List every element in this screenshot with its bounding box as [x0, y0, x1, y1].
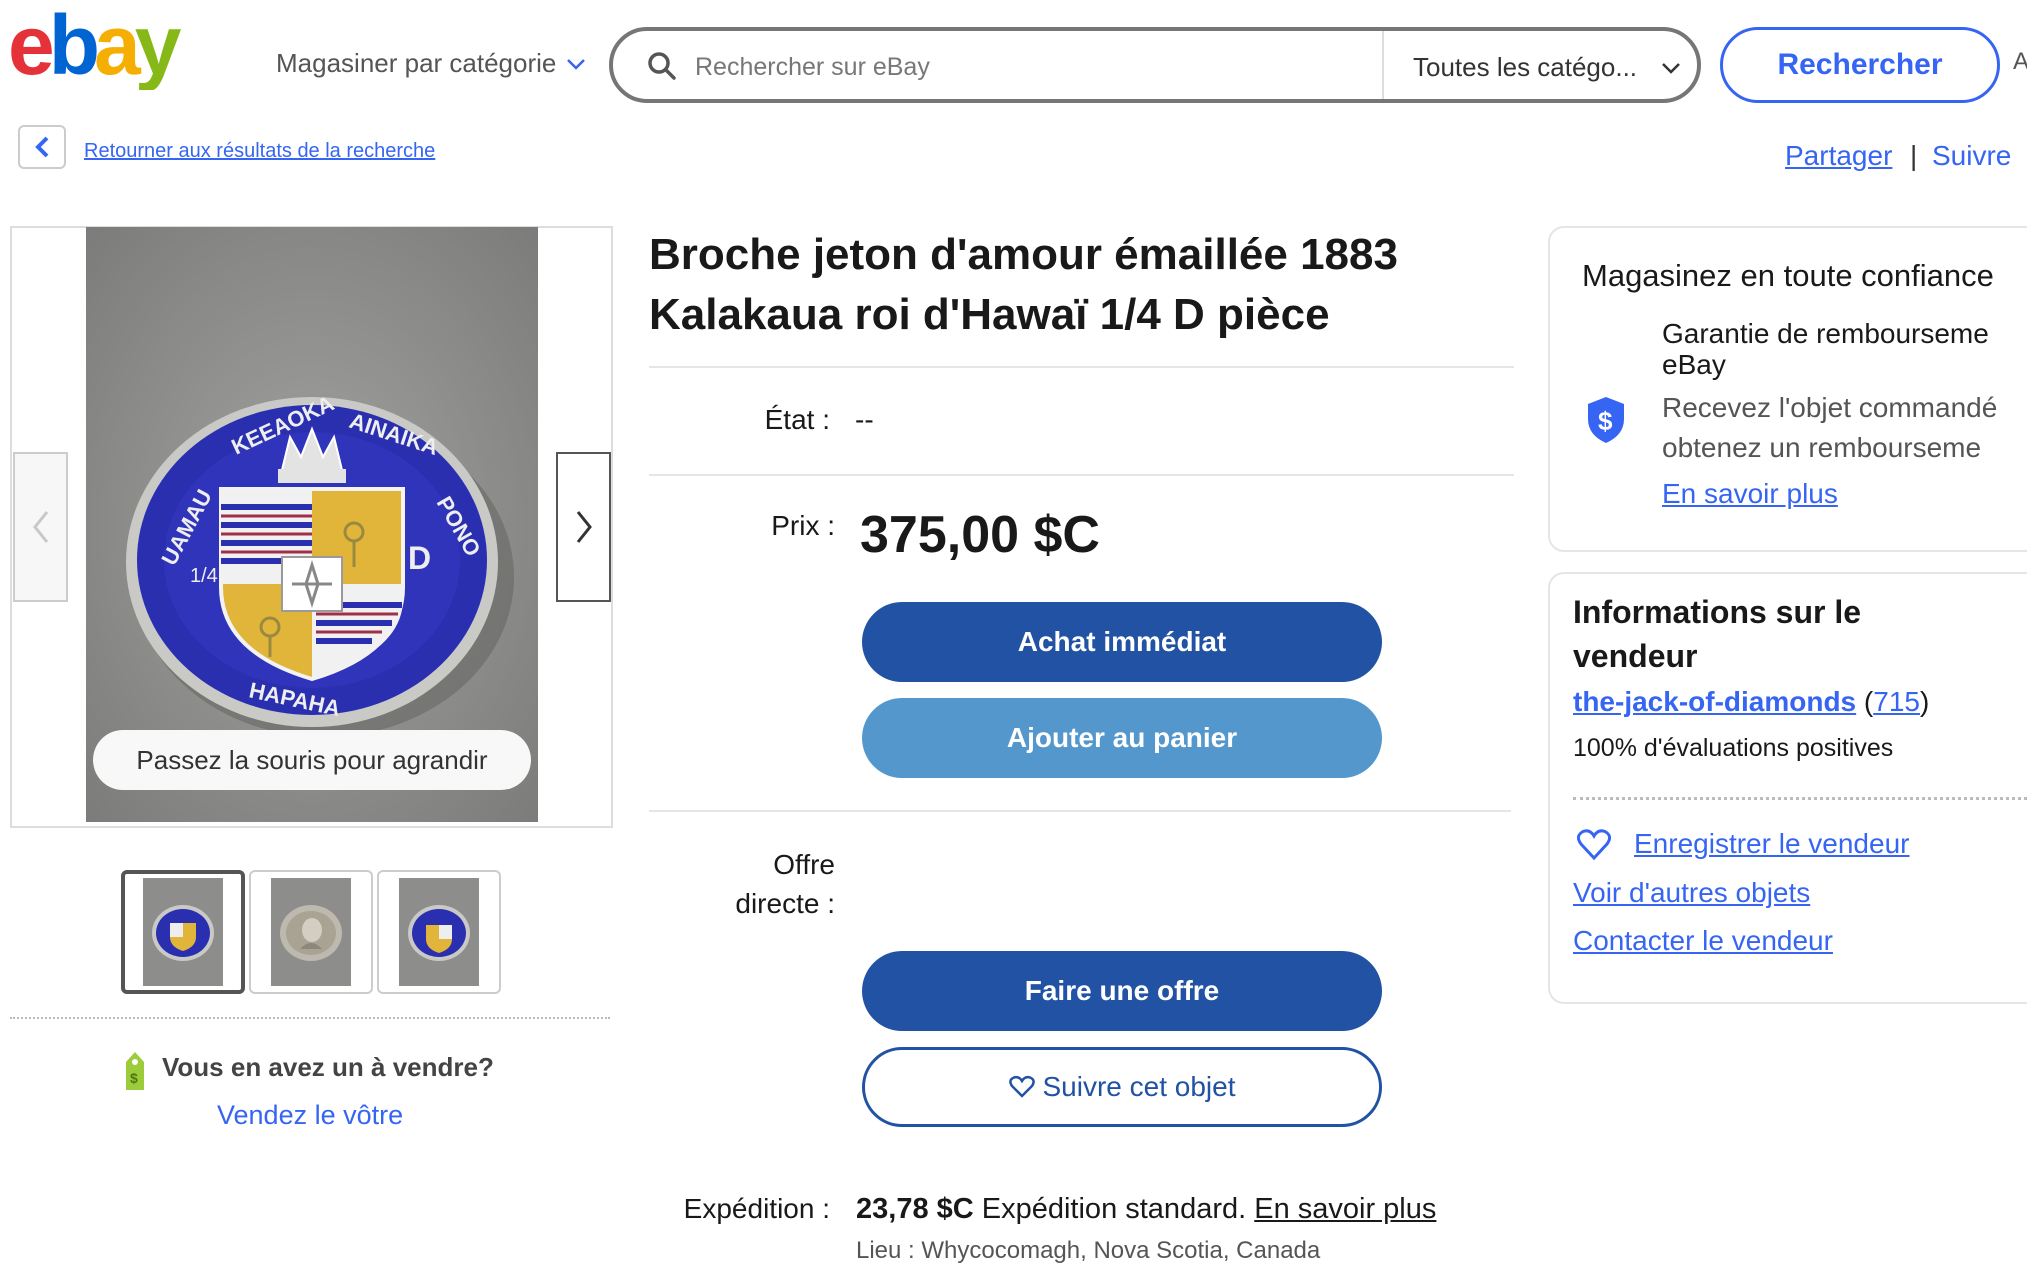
shipping-label: Expédition : — [683, 1193, 830, 1224]
watch-item-label: Suivre cet objet — [1042, 1071, 1236, 1102]
thumbnail-1[interactable] — [121, 870, 245, 994]
chevron-down-icon — [567, 58, 586, 70]
zoom-hint: Passez la souris pour agrandir — [93, 730, 531, 790]
confidence-title: Magasinez en toute confiance — [1582, 258, 1994, 293]
subnav-separator: | — [1910, 140, 1918, 171]
seller-name-row: the-jack-of-diamonds (715) — [1573, 686, 1930, 717]
best-offer-label: Offre directe : — [680, 845, 835, 923]
chevron-left-icon — [32, 511, 48, 543]
sell-question: Vous en avez un à vendre? — [162, 1052, 494, 1082]
item-location: Lieu : Whycocomagh, Nova Scotia, Canada — [856, 1237, 1321, 1264]
guarantee-desc-line-1: Recevez l'objet commandé — [1662, 392, 1998, 423]
thumbnail-3[interactable] — [377, 870, 501, 994]
item-title: Broche jeton d'amour émaillée 1883 Kalak… — [649, 225, 1539, 345]
watch-item-button[interactable]: Suivre cet objet — [862, 1047, 1382, 1127]
chevron-right-icon — [576, 511, 592, 543]
svg-text:$: $ — [1598, 406, 1613, 436]
search-bar: Rechercher sur eBay Toutes les catégo... — [609, 27, 1701, 103]
chevron-left-icon — [35, 136, 49, 158]
guarantee-desc-line-2: obtenez un rembourseme — [1662, 432, 1982, 463]
shipping-info: 23,78 $C Expédition standard. En savoir … — [856, 1193, 1436, 1226]
shield-dollar-icon: $ — [1588, 397, 1624, 443]
divider — [649, 810, 1511, 812]
item-title-line-1: Broche jeton d'amour émaillée 1883 — [649, 230, 1398, 279]
thumbnail-image — [271, 878, 351, 986]
item-title-line-2: Kalakaua roi d'Hawaï 1/4 D pièce — [649, 290, 1330, 339]
thumbnail-2[interactable] — [249, 870, 373, 994]
condition-label: État : — [764, 404, 830, 435]
shop-by-category-button[interactable]: Magasiner par catégorie — [276, 48, 586, 79]
guarantee-line-1: Garantie de rembourseme — [1662, 318, 1989, 349]
next-image-button[interactable] — [556, 452, 611, 602]
guarantee-line-2: eBay — [1662, 349, 1726, 380]
share-link[interactable]: Partager — [1785, 140, 1892, 172]
search-icon — [648, 52, 676, 80]
price-tag-icon: $ — [126, 1052, 144, 1090]
see-other-items-link[interactable]: Voir d'autres objets — [1573, 877, 1810, 909]
category-select[interactable]: Toutes les catégo... — [1413, 52, 1637, 83]
shipping-learn-more-link[interactable]: En savoir plus — [1254, 1193, 1436, 1225]
heart-icon — [1008, 1075, 1035, 1098]
heart-icon — [1576, 829, 1612, 861]
gallery-divider — [10, 1017, 610, 1019]
divider — [649, 366, 1514, 368]
search-button[interactable]: Rechercher — [1720, 27, 2000, 103]
seller-feedback-count-link[interactable]: 715 — [1873, 686, 1920, 717]
make-offer-button[interactable]: Faire une offre — [862, 951, 1382, 1031]
shipping-type: Expédition standard. — [981, 1193, 1247, 1225]
search-divider — [1382, 31, 1384, 99]
condition-value: -- — [855, 404, 874, 435]
buy-now-button[interactable]: Achat immédiat — [862, 602, 1382, 682]
confidence-learn-more-link[interactable]: En savoir plus — [1662, 478, 1838, 510]
svg-text:1/4: 1/4 — [190, 565, 218, 587]
money-back-guarantee: Garantie de rembourseme eBay — [1662, 318, 2027, 380]
thumbnail-image — [399, 878, 479, 986]
seller-divider — [1573, 797, 2027, 800]
shipping-price: 23,78 $C — [856, 1193, 974, 1225]
divider — [649, 474, 1514, 476]
best-offer-label-line-2: directe : — [735, 888, 835, 919]
previous-image-button[interactable] — [13, 452, 68, 602]
chevron-down-icon — [1662, 63, 1680, 74]
seller-info-title: Informations sur le vendeur — [1573, 594, 1862, 674]
contact-seller-link[interactable]: Contacter le vendeur — [1573, 925, 1833, 957]
shop-by-category-label: Magasiner par catégorie — [276, 48, 557, 78]
svg-text:$: $ — [130, 1070, 138, 1086]
add-to-cart-button[interactable]: Ajouter au panier — [862, 698, 1382, 778]
seller-positive-feedback: 100% d'évaluations positives — [1573, 734, 1894, 762]
svg-text:ebay: ebay — [8, 10, 182, 90]
price-label: Prix : — [771, 510, 835, 541]
advanced-link[interactable]: A — [2013, 48, 2027, 76]
best-offer-label-line-1: Offre — [773, 849, 835, 880]
svg-text:D: D — [408, 540, 431, 576]
save-seller-link[interactable]: Enregistrer le vendeur — [1634, 828, 1909, 860]
item-price: 375,00 $C — [860, 506, 1100, 564]
thumbnail-image — [143, 878, 223, 986]
sell-yours-link[interactable]: Vendez le vôtre — [217, 1100, 403, 1131]
back-to-results-link[interactable]: Retourner aux résultats de la recherche — [84, 140, 435, 163]
search-input[interactable]: Rechercher sur eBay — [695, 53, 930, 82]
ebay-logo[interactable]: ebay — [8, 0, 198, 92]
guarantee-description: Recevez l'objet commandé obtenez un remb… — [1662, 388, 2027, 468]
seller-name-link[interactable]: the-jack-of-diamonds — [1573, 686, 1856, 717]
back-button[interactable] — [18, 125, 66, 169]
follow-link[interactable]: Suivre — [1932, 140, 2011, 172]
